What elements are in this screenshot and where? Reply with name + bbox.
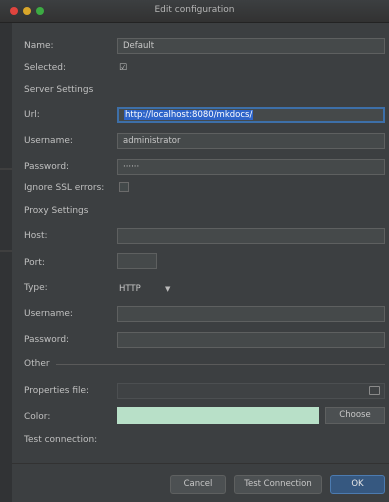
proxy-password-label: Password: — [24, 335, 70, 345]
properties-file-input[interactable] — [117, 383, 385, 399]
username-input[interactable]: administrator — [117, 133, 385, 149]
host-label: Host: — [24, 231, 48, 241]
ok-button[interactable]: OK — [330, 475, 385, 494]
color-label: Color: — [24, 412, 51, 422]
background-window-fragment — [0, 25, 12, 39]
host-input[interactable] — [117, 228, 385, 244]
background-divider — [0, 168, 12, 170]
choose-color-button[interactable]: Choose — [325, 407, 385, 424]
type-label: Type: — [24, 283, 48, 293]
proxy-type-select[interactable]: HTTP ▼ — [119, 282, 179, 296]
test-connection-label: Test connection: — [24, 435, 98, 445]
password-input[interactable]: ······ — [117, 159, 385, 175]
folder-icon[interactable] — [369, 386, 380, 395]
port-label: Port: — [24, 258, 45, 268]
password-label: Password: — [24, 162, 70, 172]
proxy-username-input[interactable] — [117, 306, 385, 322]
dialog-titlebar: Edit configuration — [0, 0, 389, 23]
proxy-username-label: Username: — [24, 309, 73, 319]
background-window-strip — [0, 0, 12, 502]
properties-file-label: Properties file: — [24, 386, 90, 396]
url-label: Url: — [24, 110, 40, 120]
server-settings-header: Server Settings — [24, 85, 94, 95]
url-input[interactable]: http://localhost:8080/mkdocs/ — [117, 107, 385, 123]
edit-configuration-dialog: Name: Default Selected: ☑ Server Setting… — [12, 23, 389, 502]
selected-label: Selected: — [24, 63, 67, 73]
selected-value: ☑ — [119, 63, 128, 73]
username-label: Username: — [24, 136, 73, 146]
background-divider — [0, 250, 12, 252]
proxy-type-value: HTTP — [119, 284, 141, 294]
color-swatch[interactable] — [117, 407, 319, 424]
cancel-button[interactable]: Cancel — [170, 475, 226, 494]
footer-separator — [12, 463, 389, 464]
proxy-settings-header: Proxy Settings — [24, 206, 89, 216]
other-separator — [56, 364, 385, 365]
port-input[interactable] — [117, 253, 157, 269]
name-label: Name: — [24, 41, 54, 51]
proxy-password-input[interactable] — [117, 332, 385, 348]
dialog-title: Edit configuration — [154, 5, 235, 15]
name-input[interactable]: Default — [117, 38, 385, 54]
chevron-down-icon: ▼ — [165, 285, 171, 293]
ignore-ssl-label: Ignore SSL errors: — [24, 183, 105, 193]
other-header: Other — [24, 359, 50, 369]
ignore-ssl-checkbox[interactable] — [119, 182, 129, 192]
test-connection-button[interactable]: Test Connection — [234, 475, 322, 494]
url-selected-text: http://localhost:8080/mkdocs/ — [124, 110, 254, 120]
